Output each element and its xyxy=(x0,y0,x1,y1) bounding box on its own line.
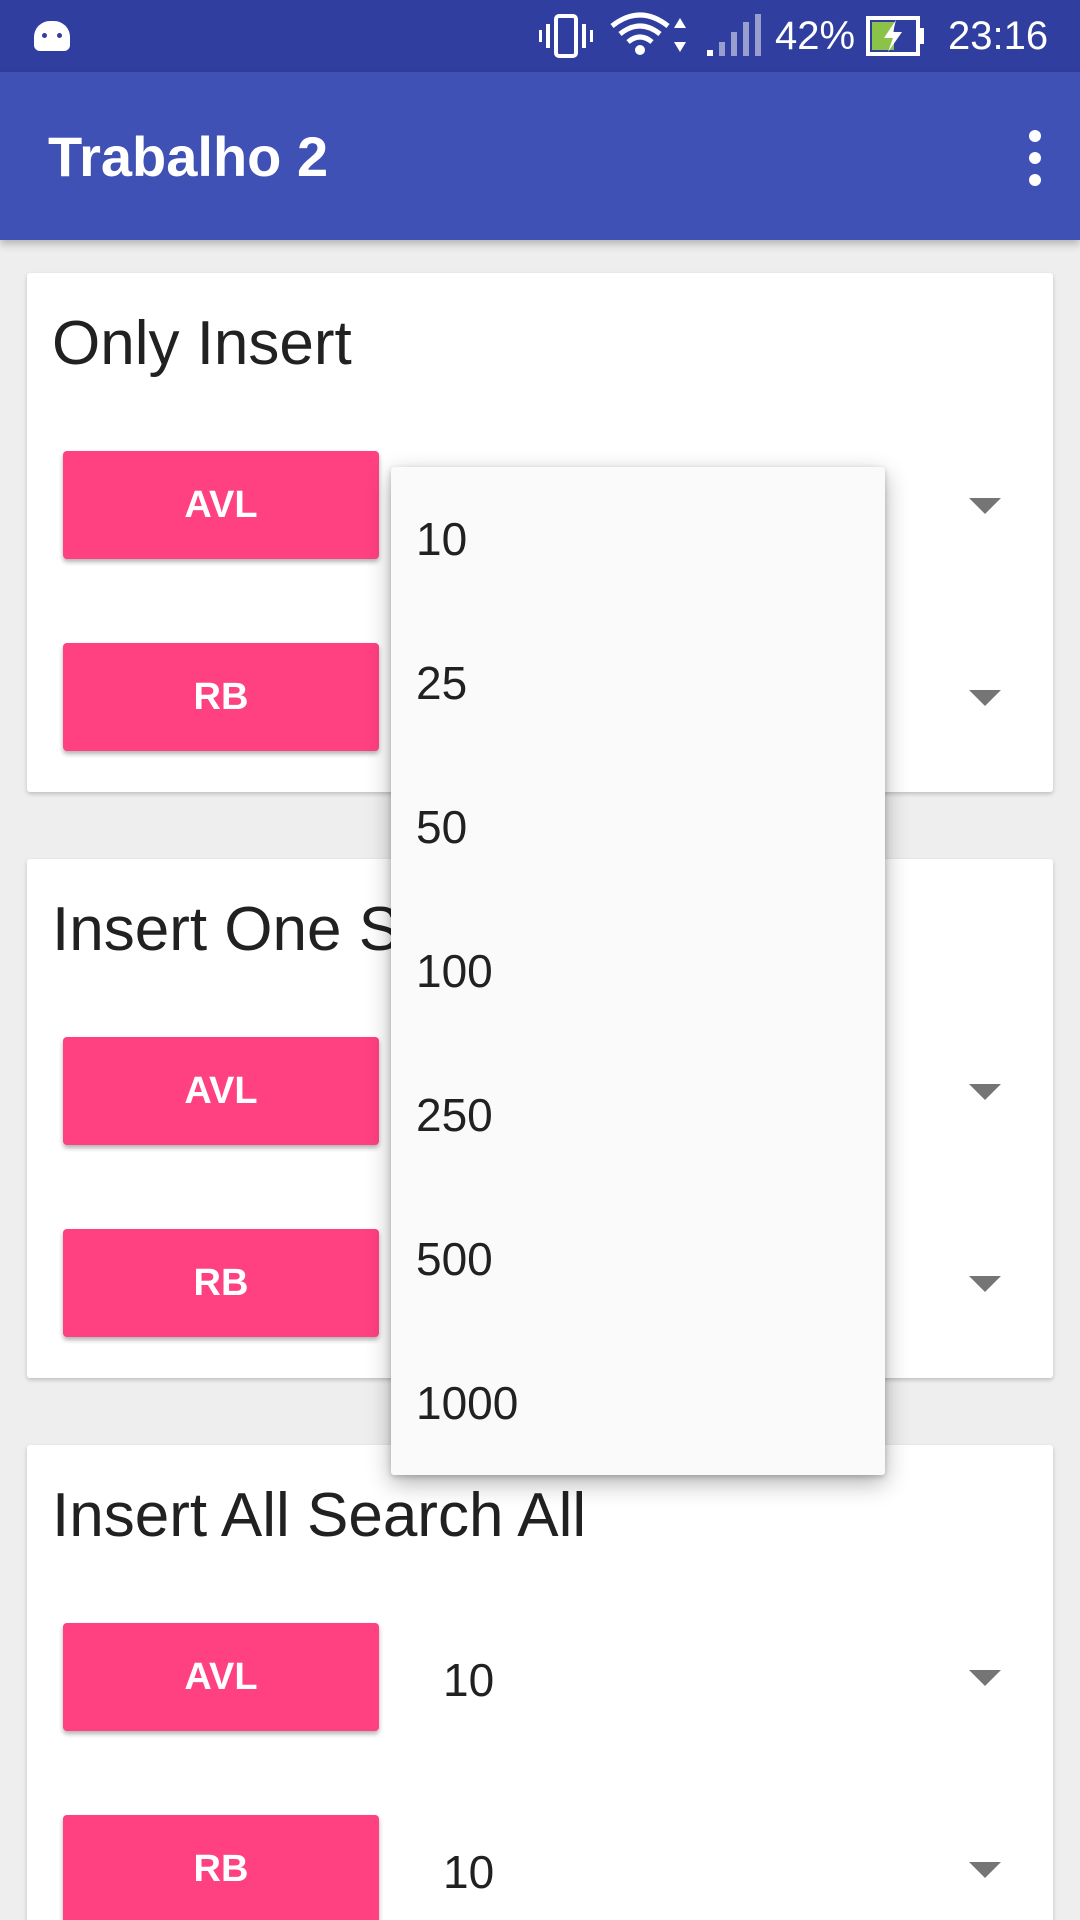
dropdown-arrow-icon xyxy=(969,1276,1001,1292)
spinner-value: 10 xyxy=(443,1846,495,1898)
card-insert-all-search-all: Insert All Search All AVL 10 RB 10 xyxy=(27,1445,1053,1920)
dropdown-option-500[interactable]: 500 xyxy=(391,1187,885,1331)
rb-button[interactable]: RB xyxy=(63,643,379,751)
dropdown-arrow-icon xyxy=(969,1670,1001,1686)
battery-charging-icon xyxy=(866,0,926,72)
screen: 42% 23:16 Trabalho 2 Only Insert AVL RB … xyxy=(0,0,1080,1920)
dropdown-option-1000[interactable]: 1000 xyxy=(391,1331,885,1475)
wifi-icon xyxy=(610,0,690,72)
rb-button[interactable]: RB xyxy=(63,1815,379,1920)
dropdown-option-250[interactable]: 250 xyxy=(391,1043,885,1187)
dropdown-option-25[interactable]: 25 xyxy=(391,611,885,755)
clock: 23:16 xyxy=(948,13,1049,58)
card-title: Only Insert xyxy=(52,309,352,378)
android-icon xyxy=(34,0,74,72)
status-bar: 42% 23:16 xyxy=(0,0,1080,72)
spinner-dropdown-popup: 10 25 50 100 250 500 1000 xyxy=(391,467,885,1475)
app-title: Trabalho 2 xyxy=(48,125,329,188)
dropdown-option-10[interactable]: 10 xyxy=(391,467,885,611)
vibrate-icon xyxy=(538,0,598,72)
more-vert-icon[interactable] xyxy=(1020,130,1050,190)
dropdown-option-100[interactable]: 100 xyxy=(391,899,885,1043)
avl-button[interactable]: AVL xyxy=(63,1623,379,1731)
size-spinner[interactable]: 10 xyxy=(417,1623,1037,1731)
app-bar: Trabalho 2 xyxy=(0,72,1080,240)
dropdown-arrow-icon xyxy=(969,690,1001,706)
row-rb: RB 10 xyxy=(27,1815,1053,1920)
size-spinner[interactable]: 10 xyxy=(417,1815,1037,1920)
row-avl: AVL 10 xyxy=(27,1623,1053,1731)
battery-percentage: 42% xyxy=(775,13,856,58)
dropdown-arrow-icon xyxy=(969,1862,1001,1878)
spinner-value: 10 xyxy=(443,1654,495,1706)
card-title: Insert All Search All xyxy=(52,1481,587,1550)
rb-button[interactable]: RB xyxy=(63,1229,379,1337)
dropdown-option-50[interactable]: 50 xyxy=(391,755,885,899)
signal-icon xyxy=(705,0,765,72)
avl-button[interactable]: AVL xyxy=(63,1037,379,1145)
avl-button[interactable]: AVL xyxy=(63,451,379,559)
dropdown-arrow-icon xyxy=(969,498,1001,514)
dropdown-arrow-icon xyxy=(969,1084,1001,1100)
